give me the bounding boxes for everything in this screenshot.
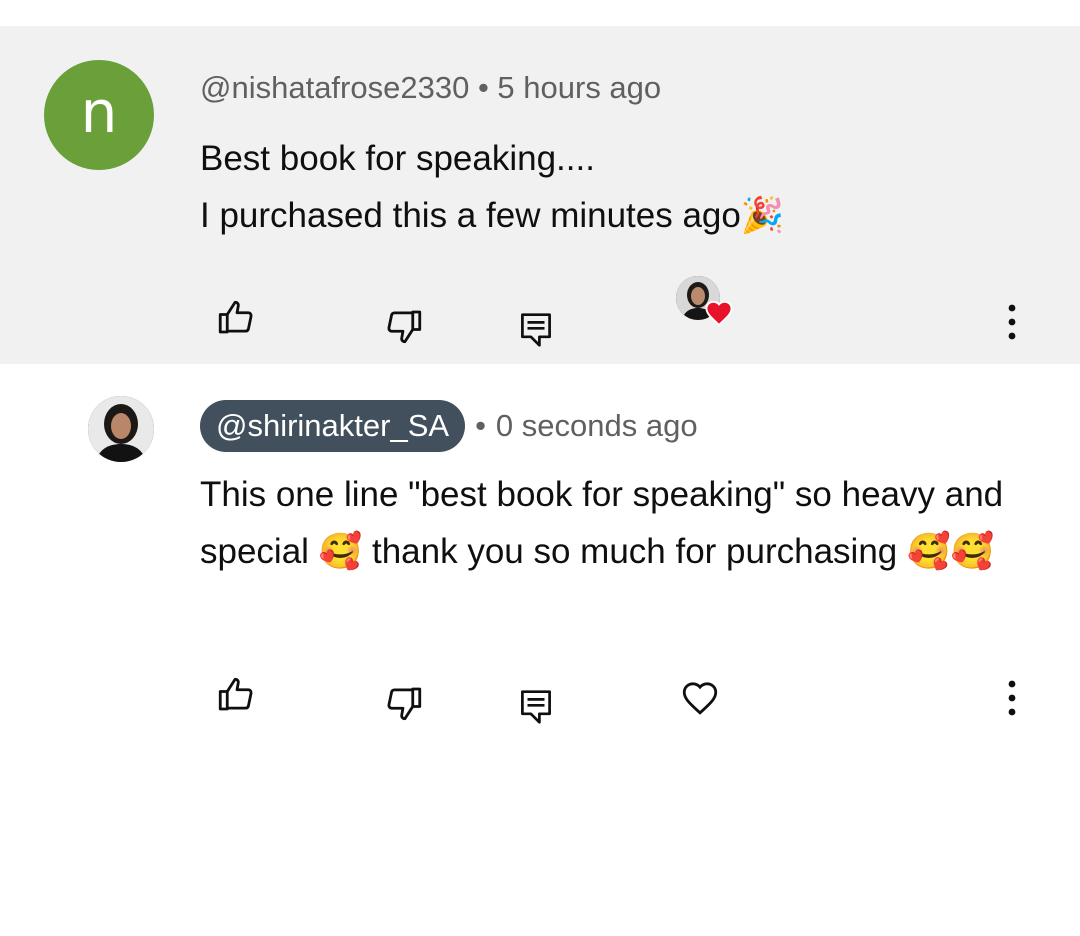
reply-icon (521, 313, 551, 347)
thumbs-up-icon (218, 300, 253, 334)
creator-heart[interactable] (676, 276, 736, 332)
more-vertical-icon (1008, 304, 1016, 340)
comment-text: Best book for speaking.... I purchased t… (200, 130, 1030, 244)
heart-button[interactable] (676, 674, 724, 722)
heart-outline-icon (682, 682, 718, 715)
reply-button[interactable] (512, 683, 560, 731)
dislike-button[interactable] (380, 679, 428, 727)
more-actions-button[interactable] (988, 670, 1036, 726)
comment-line: I purchased this a few minutes ago🎉 (200, 196, 785, 235)
comments-screen: n @nishatafrose2330 • 5 hours ago Best b… (0, 0, 1080, 936)
comment-timestamp: 5 hours ago (497, 70, 662, 105)
reply-button[interactable] (512, 306, 560, 354)
comment-timestamp: 0 seconds ago (495, 408, 698, 443)
comment-highlighted: n @nishatafrose2330 • 5 hours ago Best b… (0, 26, 1080, 364)
comment-author[interactable]: @nishatafrose2330 (200, 70, 469, 105)
more-vertical-icon (1008, 680, 1016, 716)
comment-line: Best book for speaking.... (200, 139, 595, 178)
thumbs-up-icon (218, 677, 253, 711)
comment-reply: @shirinakter_SA • 0 seconds ago This one… (0, 364, 1080, 764)
creator-handle-chip[interactable]: @shirinakter_SA (200, 400, 466, 452)
more-actions-button[interactable] (988, 294, 1036, 350)
person-icon (88, 396, 154, 462)
thumbs-down-icon (387, 687, 422, 721)
avatar[interactable]: n (44, 60, 154, 170)
like-button[interactable] (212, 294, 260, 342)
comment-meta: @shirinakter_SA • 0 seconds ago (200, 400, 698, 452)
comment-meta: @nishatafrose2330 • 5 hours ago (200, 70, 661, 106)
avatar[interactable] (88, 396, 154, 462)
like-button[interactable] (212, 671, 260, 719)
comment-text: This one line "best book for speaking" s… (200, 475, 1004, 571)
reply-icon (521, 690, 551, 724)
dislike-button[interactable] (380, 302, 428, 350)
meta-separator: • (477, 70, 489, 105)
heart-icon (705, 300, 733, 327)
meta-separator: • (475, 408, 486, 443)
thumbs-down-icon (387, 310, 422, 344)
